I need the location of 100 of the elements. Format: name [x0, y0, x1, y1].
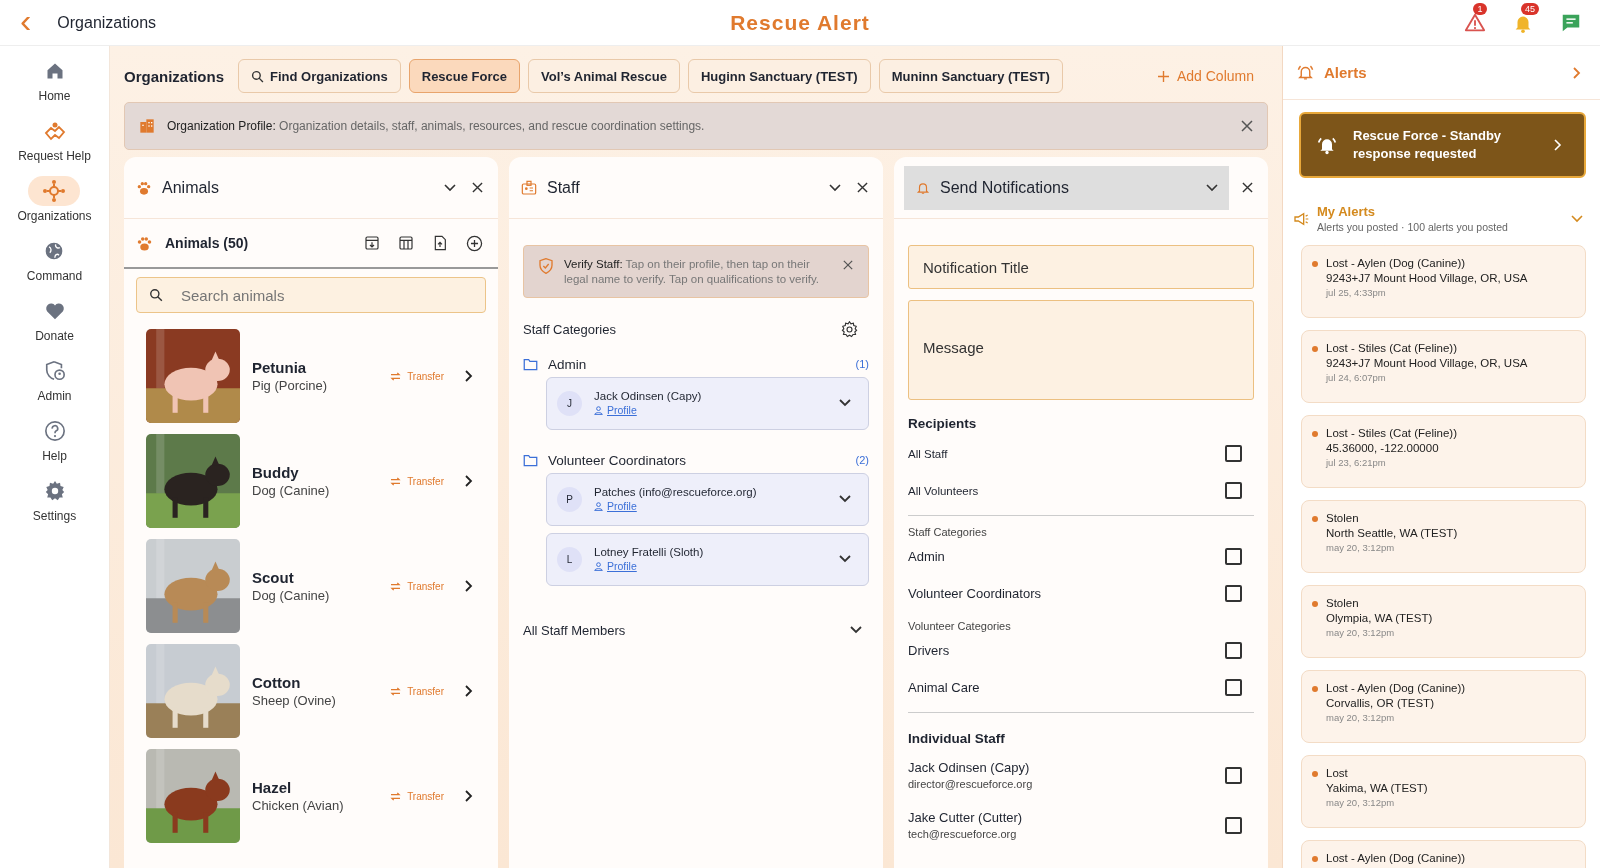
- alert-banner[interactable]: Rescue Force - Standby response requested: [1299, 112, 1586, 178]
- animal-species: Dog (Canine): [252, 588, 331, 603]
- org-tab[interactable]: Vol’s Animal Rescue: [528, 59, 680, 93]
- category-name: Volunteer Coordinators: [548, 452, 687, 468]
- find-button[interactable]: Find Organizations: [238, 59, 401, 93]
- animal-species: Pig (Porcine): [252, 378, 329, 393]
- chevron-down-icon: [829, 183, 841, 192]
- chevron-right-icon: [1554, 139, 1562, 151]
- animal-name: Hazel: [252, 779, 293, 796]
- shield-check-icon: [538, 257, 554, 275]
- org-tab[interactable]: Rescue Force: [408, 59, 520, 93]
- checkbox[interactable]: [1225, 766, 1242, 784]
- staff-name: Jake Cutter (Cutter): [908, 810, 1023, 825]
- id-badge-icon: [521, 179, 537, 196]
- alert-title: Lost: [1326, 767, 1349, 779]
- checkbox[interactable]: [1225, 445, 1242, 462]
- warning-icon[interactable]: [1464, 11, 1486, 34]
- search-field[interactable]: Search animals: [179, 285, 473, 305]
- group-label: Volunteer Categories: [908, 620, 1012, 632]
- alert-location: Corvallis, OR (TEST): [1326, 697, 1435, 709]
- close-button[interactable]: [1241, 120, 1253, 132]
- person-icon: [594, 405, 603, 415]
- staff-email: director@rescueforce.org: [908, 778, 1033, 790]
- alert-time: jul 25, 4:33pm: [1326, 287, 1387, 298]
- alert-title: Lost - Stiles (Cat (Feline)): [1326, 427, 1457, 439]
- staff-name: Patches (info@rescueforce.org): [594, 486, 757, 499]
- staff-card[interactable]: P Patches (info@rescueforce.org) Profile: [546, 472, 869, 526]
- section-title: Staff Categories: [523, 321, 616, 337]
- bell-icon: [1317, 135, 1337, 155]
- staff-name: Jack Odinsen (Capy): [594, 390, 702, 403]
- option-label: Admin: [908, 549, 945, 564]
- swap-icon: [390, 581, 402, 591]
- alert-card[interactable]: Lost - Aylen (Dog (Canine)) Corvallis, OR (TEST) may 20, 3:12pm: [1301, 670, 1586, 743]
- person-icon: [594, 501, 603, 511]
- nav-item[interactable]: Help: [28, 416, 81, 472]
- option-label: Animal Care: [908, 680, 980, 695]
- alert-card[interactable]: Lost Yakima, WA (TEST) may 20, 3:12pm: [1301, 755, 1586, 828]
- swap-icon: [390, 791, 402, 801]
- category-count: (1): [855, 358, 869, 371]
- staff-card[interactable]: J Jack Odinsen (Capy) Profile: [546, 376, 869, 430]
- shield-icon: [43, 360, 66, 382]
- checkbox[interactable]: [1225, 585, 1242, 602]
- list-title: Animals (50): [165, 235, 249, 251]
- search-field[interactable]: Search animals: [136, 277, 486, 313]
- swap-icon: [390, 371, 402, 381]
- nav-item[interactable]: Admin: [28, 356, 81, 412]
- alert-card[interactable]: Stolen Olympia, WA (TEST) may 20, 3:12pm: [1301, 585, 1586, 658]
- alert-location: 9243+J7 Mount Hood Village, OR, USA: [1326, 272, 1528, 284]
- nav-item[interactable]: Command: [26, 236, 83, 292]
- checkbox[interactable]: [1225, 816, 1242, 834]
- animal-species: Dog (Canine): [252, 483, 331, 498]
- paw-icon: [136, 179, 152, 196]
- help-icon: [43, 420, 66, 442]
- staff-card[interactable]: L Lotney Fratelli (Sloth) Profile: [546, 532, 869, 586]
- animal-name: Scout: [252, 569, 295, 586]
- alert-title: Lost - Aylen (Dog (Canine)): [1326, 257, 1467, 269]
- search-icon: [251, 69, 264, 83]
- alert-card[interactable]: Stolen North Seattle, WA (TEST) may 20, 3:12pm: [1301, 500, 1586, 573]
- folder-icon: [523, 357, 538, 371]
- alert-card[interactable]: Lost - Stiles (Cat (Feline)) 9243+J7 Mount Hood Village, OR, USA jul 24, 6:07pm: [1301, 330, 1586, 403]
- alert-title: Lost - Aylen (Dog (Canine)): [1326, 682, 1466, 694]
- checkbox[interactable]: [1225, 679, 1242, 696]
- nav-item[interactable]: Donate: [28, 296, 81, 352]
- checkbox[interactable]: [1225, 642, 1242, 659]
- checkbox[interactable]: [1225, 482, 1242, 499]
- app-title: Rescue Alert: [730, 10, 870, 35]
- profile-link[interactable]: Profile: [594, 560, 704, 573]
- checkbox[interactable]: [1225, 548, 1242, 565]
- panel-title: Alerts: [1324, 64, 1367, 81]
- alert-time: jul 23, 6:21pm: [1326, 457, 1387, 468]
- alert-location: 9243+J7 Mount Hood Village, OR, USA: [1326, 357, 1528, 369]
- avatar: J: [557, 390, 582, 416]
- folder-icon: [523, 453, 538, 467]
- animal-name: Buddy: [252, 464, 300, 481]
- category-name: Admin: [548, 356, 587, 372]
- staff-name: Lotney Fratelli (Sloth): [594, 546, 704, 559]
- group-label: Staff Categories: [908, 526, 988, 538]
- message-field[interactable]: Message: [908, 300, 1254, 400]
- profile-link[interactable]: Profile: [594, 500, 757, 513]
- panel-title: Send Notifications: [940, 178, 1069, 197]
- profile-link[interactable]: Profile: [594, 404, 702, 417]
- org-tab[interactable]: Huginn Sanctuary (TEST): [687, 59, 871, 93]
- animal-name: Cotton: [252, 674, 302, 691]
- bell-icon: [916, 180, 930, 195]
- nav-item[interactable]: Settings: [28, 476, 81, 532]
- org-tab[interactable]: Muninn Sanctuary (TEST): [878, 59, 1063, 93]
- alert-title: Stolen: [1326, 597, 1360, 609]
- nav-item[interactable]: Home: [28, 56, 81, 112]
- alert-location: Yakima, WA (TEST): [1326, 782, 1428, 794]
- alert-card[interactable]: Lost - Aylen (Dog (Canine)): [1301, 840, 1586, 868]
- alert-card[interactable]: Lost - Aylen (Dog (Canine)) 9243+J7 Mount Hood Village, OR, USA jul 25, 4:33pm: [1301, 245, 1586, 318]
- alert-card[interactable]: Lost - Stiles (Cat (Feline)) 45.36000, -122.00000 jul 23, 6:21pm: [1301, 415, 1586, 488]
- alert-title: Lost - Aylen (Dog (Canine)): [1326, 852, 1466, 864]
- settings-icon: [43, 480, 66, 502]
- section-title: My Alerts: [1317, 204, 1377, 219]
- staff-email: tech@rescueforce.org: [908, 828, 1018, 840]
- title-field[interactable]: Notification Title: [908, 245, 1254, 289]
- alert-location: North Seattle, WA (TEST): [1326, 527, 1458, 539]
- nav-item[interactable]: Request Help: [18, 116, 91, 172]
- nav-item[interactable]: Organizations: [17, 176, 92, 232]
